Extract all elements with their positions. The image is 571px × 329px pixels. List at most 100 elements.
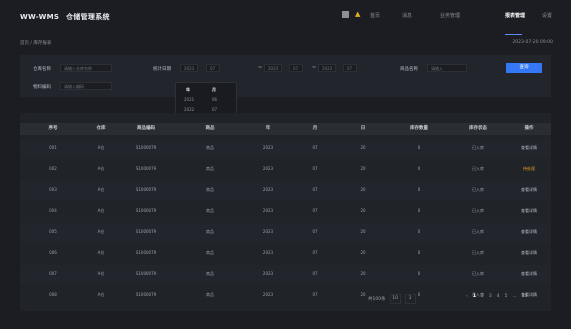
page-number[interactable]: 5 — [505, 294, 508, 299]
cell-col-day: 20 — [360, 208, 366, 213]
date-mid-year[interactable]: 2023 — [264, 64, 282, 72]
cell-col-no: 001 — [49, 145, 57, 150]
material-input[interactable]: 请输入编码 — [60, 82, 112, 90]
cell-col-code: S1000079 — [135, 271, 157, 276]
cell-col-no: 008 — [49, 292, 57, 297]
nav-item-settings[interactable]: 设置 — [542, 12, 552, 19]
row-action-link[interactable]: 查看详情 — [521, 208, 537, 214]
cell-col-status: 已入库 — [472, 208, 484, 213]
page-number[interactable]: 3 — [489, 294, 492, 299]
goto-input[interactable]: 1 — [404, 294, 416, 304]
cell-col-status: 已入库 — [472, 166, 484, 171]
breadcrumb[interactable]: 首页 / 库存报表 — [20, 40, 51, 46]
cell-col-month: 07 — [312, 292, 318, 297]
cell-col-product: 商品 — [206, 271, 214, 276]
date-end-month[interactable]: 07 — [343, 64, 357, 72]
pagination: ‹ 12345 ... 10 › — [466, 294, 534, 299]
date-start-year[interactable]: 2023 — [180, 64, 198, 72]
cell-col-month: 07 — [312, 208, 318, 213]
pagination-info: 共100条 10 1 — [368, 294, 416, 304]
cell-col-month: 07 — [312, 187, 318, 192]
cell-col-no: 002 — [49, 166, 57, 171]
table-row[interactable]: 003 A仓 S1000079 商品 2023 07 20 0 已入库 查看详情 — [20, 181, 551, 200]
header-col-code: 商品编码 — [137, 126, 155, 131]
filter-panel — [20, 55, 551, 97]
table-row[interactable]: 007 A仓 S1000079 商品 2023 07 20 0 已入库 查看详情 — [20, 265, 551, 284]
dd-year-option[interactable]: 2021 — [184, 97, 194, 102]
warehouse-input[interactable]: 请输入仓库名称 — [60, 64, 112, 72]
header-col-day: 日 — [360, 126, 366, 131]
cell-col-qty: 0 — [417, 187, 421, 192]
row-action-link[interactable]: 待处理 — [523, 166, 535, 172]
cell-col-qty: 0 — [417, 229, 421, 234]
cell-col-qty: 0 — [417, 250, 421, 255]
cell-col-product: 商品 — [206, 166, 214, 171]
product-label: 商品名称 — [400, 67, 418, 72]
table-header: 序号 仓库 商品编码 商品 年 月 日 库存数量 库存状态 操作 — [20, 123, 551, 135]
page-size-select[interactable]: 10 — [389, 294, 401, 304]
date-end-year[interactable]: 2023 — [318, 64, 336, 72]
cell-col-qty: 0 — [417, 271, 421, 276]
date-start-month[interactable]: 07 — [206, 64, 220, 72]
header-col-month: 月 — [312, 126, 318, 131]
cell-col-status: 已入库 — [472, 187, 484, 192]
cell-col-warehouse: A仓 — [97, 250, 105, 255]
table-row[interactable]: 005 A仓 S1000079 商品 2023 07 20 0 已入库 查看详情 — [20, 223, 551, 242]
cell-col-day: 20 — [360, 145, 366, 150]
cell-col-day: 20 — [360, 271, 366, 276]
cell-col-qty: 0 — [417, 292, 421, 297]
cell-col-product: 商品 — [206, 187, 214, 192]
prev-page-icon[interactable]: ‹ — [466, 294, 468, 299]
nav-item-home[interactable]: 首页 — [370, 12, 380, 19]
header-col-qty: 库存数量 — [410, 126, 428, 131]
dd-year-header: 年 — [186, 87, 190, 92]
row-action-link[interactable]: 查看详情 — [521, 271, 537, 277]
page-number[interactable]: 1 — [473, 294, 476, 299]
row-action-link[interactable]: 查看详情 — [521, 250, 537, 256]
page-last[interactable]: 10 — [522, 294, 528, 299]
search-button[interactable]: 查询 — [506, 63, 542, 73]
cell-col-warehouse: A仓 — [97, 229, 105, 234]
top-bar: WW-WMS 仓储管理系统 ▲ 首页 消息 业务管理 报表管理 设置 — [0, 0, 571, 35]
nav-active-indicator — [505, 34, 522, 35]
row-action-link[interactable]: 查看详情 — [521, 187, 537, 193]
date-mid-month[interactable]: 07 — [289, 64, 303, 72]
cell-col-status: 已入库 — [472, 250, 484, 255]
cell-col-month: 07 — [312, 271, 318, 276]
dd-month-option[interactable]: 07 — [212, 107, 217, 112]
page-more[interactable]: ... — [512, 294, 516, 299]
cell-col-code: S1000079 — [135, 250, 157, 255]
main-nav: 首页 消息 业务管理 报表管理 设置 — [0, 12, 571, 35]
cell-col-product: 商品 — [206, 145, 214, 150]
cell-col-year: 2023 — [262, 145, 274, 150]
nav-item-business[interactable]: 业务管理 — [440, 12, 460, 19]
cell-col-warehouse: A仓 — [97, 292, 105, 297]
next-page-icon[interactable]: › — [532, 294, 534, 299]
nav-item-messages[interactable]: 消息 — [402, 12, 412, 19]
dd-year-option[interactable]: 2022 — [184, 107, 194, 112]
cell-col-year: 2023 — [262, 166, 274, 171]
data-table: 序号 仓库 商品编码 商品年月日库存数量 库存状态 操作 001 A仓 S1000079 商品 2… — [20, 113, 551, 311]
product-input[interactable]: 请输入 — [427, 64, 467, 72]
cell-col-day: 20 — [360, 292, 366, 297]
table-row[interactable]: 006 A仓 S1000079 商品 2023 07 20 0 已入库 查看详情 — [20, 244, 551, 263]
page-number[interactable]: 2 — [481, 294, 484, 299]
date-separator-2: ~ — [312, 65, 317, 71]
header-col-status: 库存状态 — [469, 126, 487, 131]
page-number[interactable]: 4 — [497, 294, 500, 299]
total-count: 共100条 — [368, 297, 386, 302]
cell-col-product: 商品 — [206, 229, 214, 234]
cell-col-no: 004 — [49, 208, 57, 213]
header-col-action: 操作 — [524, 126, 534, 131]
cell-col-day: 20 — [360, 166, 366, 171]
cell-col-product: 商品 — [206, 292, 214, 297]
table-row[interactable]: 001 A仓 S1000079 商品 2023 07 20 0 已入库 查看详情 — [20, 139, 551, 158]
row-action-link[interactable]: 查看详情 — [521, 145, 537, 151]
nav-item-reports[interactable]: 报表管理 — [505, 12, 525, 19]
table-row[interactable]: 002 A仓 S1000079 商品 2023 07 20 0 已入库 待处理 — [20, 160, 551, 179]
date-label: 统计日期 — [153, 67, 171, 72]
table-row[interactable]: 004 A仓 S1000079 商品 2023 07 20 0 已入库 查看详情 — [20, 202, 551, 221]
row-action-link[interactable]: 查看详情 — [521, 229, 537, 235]
cell-col-year: 2023 — [262, 292, 274, 297]
dd-month-option[interactable]: 06 — [212, 97, 217, 102]
